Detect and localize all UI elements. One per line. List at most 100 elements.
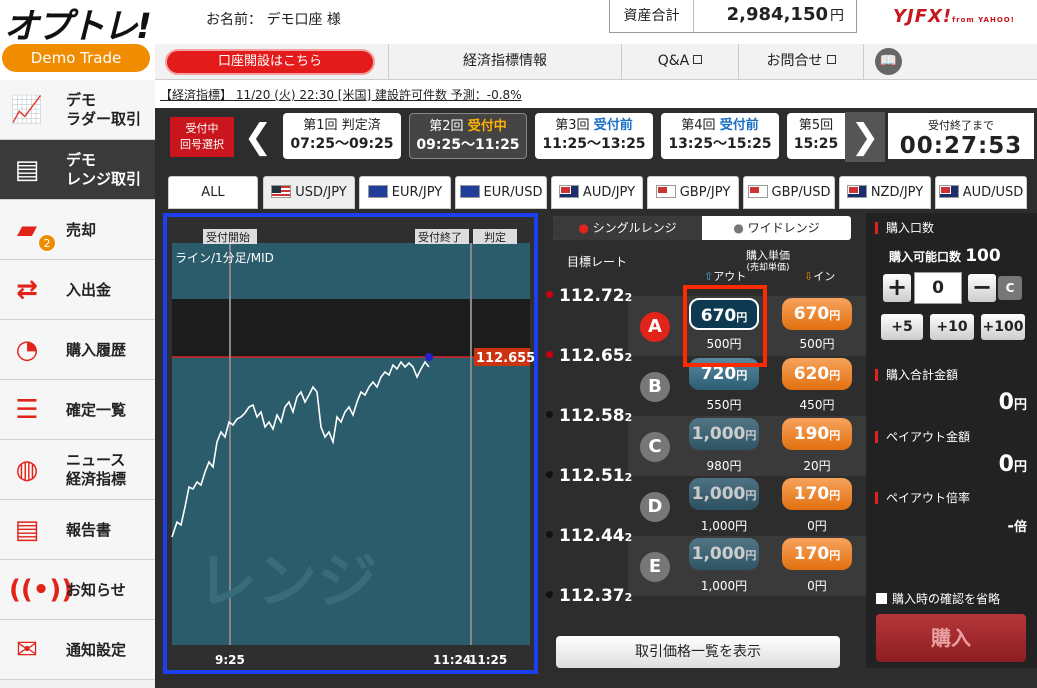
target-rate-label: 目標レート <box>567 255 628 269</box>
sidebar-item-label: 入出金 <box>66 280 112 299</box>
tab-wide-range[interactable]: ● ワイドレンジ <box>702 216 851 240</box>
sidebar-item-label: デモ <box>66 91 97 109</box>
sidebar-item-sell[interactable]: ▰ 2 売却 <box>0 200 155 260</box>
target-rate: 112.652 <box>546 346 632 366</box>
x-label-end2: 11:25 <box>469 653 507 667</box>
in-price-button-d[interactable]: 170円 <box>782 478 852 510</box>
sidebar-item-report[interactable]: ▤ 報告書 <box>0 500 155 560</box>
au-flag-icon <box>558 185 579 198</box>
range-mode-tabs: ● シングルレンジ ● ワイドレンジ <box>553 216 851 240</box>
sell-count-badge: 2 <box>38 234 56 252</box>
checkbox-icon[interactable] <box>876 593 887 604</box>
round-2[interactable]: 第2回 受付中 09:25〜11:25 <box>409 113 527 159</box>
add-10-button[interactable]: +10 <box>930 314 974 340</box>
clear-button[interactable]: C <box>998 276 1022 300</box>
tab-all[interactable]: ALL <box>168 176 258 209</box>
account-name: お名前： デモ口座 様 <box>206 9 341 29</box>
tab-gbpjpy[interactable]: GBP/JPY <box>647 176 739 209</box>
sidebar-item-label: 報告書 <box>66 520 112 539</box>
payout-value: 0円 <box>998 452 1027 477</box>
total-header: 購入合計金額 <box>875 366 958 383</box>
qty-header: 購入口数 <box>875 219 934 236</box>
range-letter-b: B <box>640 372 670 402</box>
contact-link[interactable]: お問合せ <box>738 44 863 80</box>
sidebar-item-label: レンジ取引 <box>66 170 142 188</box>
target-rate: 112.512 <box>546 466 632 486</box>
out-price-button-e[interactable]: 1,000円 <box>689 538 759 570</box>
qty-input[interactable]: 0 <box>914 272 962 304</box>
plus-button[interactable]: + <box>883 274 911 302</box>
tab-eurusd[interactable]: EUR/USD <box>455 176 547 209</box>
out-label: ⇧アウト <box>704 270 747 283</box>
indicator-ticker[interactable]: 【経済指標】 11/20 (火) 22:30 [米国] 建設許可件数 予測：-0… <box>160 86 522 103</box>
in-price-button-e[interactable]: 170円 <box>782 538 852 570</box>
external-link-icon <box>826 55 836 64</box>
in-price-button-c[interactable]: 190円 <box>782 418 852 450</box>
tab-audusd[interactable]: AUD/USD <box>935 176 1027 209</box>
tab-nzdjpy[interactable]: NZD/JPY <box>839 176 931 209</box>
tab-gbpusd[interactable]: GBP/USD <box>743 176 835 209</box>
eu-flag-icon <box>367 185 388 198</box>
tab-usdjpy[interactable]: USD/JPY <box>263 176 355 209</box>
x-label-end1: 11:24 <box>433 653 471 667</box>
tab-eurjpy[interactable]: EUR/JPY <box>359 176 451 209</box>
book-icon[interactable]: 📖 <box>875 48 902 75</box>
out-price-button-d[interactable]: 1,000円 <box>689 478 759 510</box>
sidebar-item-label: お知らせ <box>66 580 126 599</box>
round-1[interactable]: 第1回 判定済 07:25〜09:25 <box>283 113 401 159</box>
payout-header: ペイアウト金額 <box>875 428 970 445</box>
round-5[interactable]: 第5回 15:25 <box>787 113 845 159</box>
current-price-dot <box>425 353 433 361</box>
out-price-button-c[interactable]: 1,000円 <box>689 418 759 450</box>
brand-logo: YJFX!from YAHOO! <box>893 6 1015 27</box>
in-label: ⇩イン <box>804 270 836 283</box>
in-payout-b: 450円 <box>799 398 835 412</box>
add-5-button[interactable]: +5 <box>881 314 923 340</box>
chevron-right-icon[interactable]: ❯ <box>845 112 885 162</box>
minus-button[interactable]: − <box>968 274 996 302</box>
skip-confirm-checkbox[interactable]: 購入時の確認を省略 <box>876 590 1000 607</box>
round-4[interactable]: 第4回 受付前 13:25〜15:25 <box>661 113 779 159</box>
us-flag-icon <box>271 185 292 198</box>
countdown: 受付終了まで 00:27:53 <box>888 113 1034 159</box>
list-icon: ☰ <box>15 395 39 425</box>
sidebar-item-notify-settings[interactable]: ✉ 通知設定 <box>0 620 155 680</box>
tab-audjpy[interactable]: AUD/JPY <box>551 176 643 209</box>
sidebar-item-news[interactable]: ◍ ニュース 経済指標 <box>0 440 155 500</box>
in-price-button-a[interactable]: 670円 <box>782 298 852 330</box>
sidebar-item-ladder[interactable]: 📈 デモ ラダー取引 <box>0 80 155 140</box>
add-100-button[interactable]: +100 <box>981 314 1025 340</box>
selection-highlight <box>683 285 767 367</box>
sidebar-item-settled[interactable]: ☰ 確定一覧 <box>0 380 155 440</box>
tab-single-range[interactable]: ● シングルレンジ <box>553 216 702 240</box>
price-list-button[interactable]: 取引価格一覧を表示 <box>556 636 840 668</box>
ratio-value: -倍 <box>1007 516 1027 535</box>
chevron-left-icon[interactable]: ❮ <box>238 112 278 162</box>
sidebar: 📈 デモ ラダー取引 ▤ デモ レンジ取引 ▰ 2 売却 ⇄ 入出金 ◔ 購入履歴 … <box>0 80 155 688</box>
account-name-value: デモ口座 様 <box>266 12 341 28</box>
gb-flag-icon <box>655 185 676 198</box>
sidebar-item-notice[interactable]: ((•)) お知らせ <box>0 560 155 620</box>
range-letter-d: D <box>640 492 670 522</box>
total-assets-value: 2,984,150 <box>726 4 828 25</box>
round-3[interactable]: 第3回 受付前 11:25〜13:25 <box>535 113 653 159</box>
price-chart-svg: 受付開始 受付終了 判定 ライン/1分足/MID レンジ 112.655 9:2… <box>171 229 534 667</box>
total-value: 0円 <box>998 390 1027 415</box>
sidebar-item-history[interactable]: ◔ 購入履歴 <box>0 320 155 380</box>
qa-link[interactable]: Q&A <box>621 44 738 80</box>
total-assets: 資産合計 2,984,150 円 <box>609 0 857 33</box>
buy-button[interactable]: 購入 <box>876 614 1026 662</box>
sidebar-item-deposit[interactable]: ⇄ 入出金 <box>0 260 155 320</box>
chart-watermark: レンジ <box>197 547 377 617</box>
open-account-button[interactable]: 口座開設はこちら <box>165 49 375 75</box>
out-payout-c: 980円 <box>706 459 742 473</box>
price-chart: 受付開始 受付終了 判定 ライン/1分足/MID レンジ 112.655 9:2… <box>163 213 538 674</box>
sidebar-item-range[interactable]: ▤ デモ レンジ取引 <box>0 140 155 200</box>
transfer-arrows-icon: ⇄ <box>16 275 38 305</box>
current-price-tag: 112.655 <box>476 351 534 366</box>
demo-trade-badge: Demo Trade <box>2 44 150 72</box>
mail-icon: ✉ <box>16 635 38 665</box>
nz-flag-icon <box>846 185 867 198</box>
in-price-button-b[interactable]: 620円 <box>782 358 852 390</box>
economic-indicators-link[interactable]: 経済指標情報 <box>388 44 621 80</box>
